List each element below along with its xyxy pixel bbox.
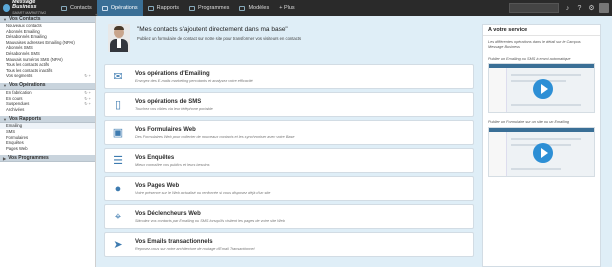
- bell-icon[interactable]: ♪: [563, 4, 572, 13]
- play-icon[interactable]: [533, 79, 553, 100]
- tab-modeles[interactable]: Modèles: [234, 0, 274, 16]
- sidebar-item-archivees[interactable]: Archivées: [0, 107, 95, 113]
- card-emailing[interactable]: ✉ Vos opérations d'Emailing Envoyez des …: [104, 64, 474, 89]
- video-thumbnail[interactable]: [488, 127, 595, 178]
- rapports-tab-icon: [147, 5, 154, 11]
- tracker-icon: ⌖: [114, 211, 122, 223]
- logo-icon: [3, 4, 11, 12]
- tab-operations[interactable]: Opérations: [96, 0, 143, 16]
- modeles-tab-icon: [239, 5, 246, 11]
- triangle-down-icon: ▼: [3, 16, 7, 22]
- card-sms[interactable]: ▯ Vos opérations de SMS Touchez vos cibl…: [104, 92, 474, 117]
- card-emails-transactionnels[interactable]: ➤ Vos Emails transactionnels Reposez-vou…: [104, 232, 474, 257]
- tab-programmes[interactable]: Programmes: [184, 0, 234, 16]
- clipboard-icon: ▣: [112, 127, 124, 139]
- sidebar-section-programmes[interactable]: ▶ Vos Programmes: [0, 155, 95, 163]
- send-icon: ➤: [113, 239, 123, 251]
- operations-tab-icon: [101, 5, 108, 11]
- sidebar-item-segments[interactable]: Vos segments ↻ +: [0, 73, 95, 79]
- help-icon[interactable]: ?: [575, 4, 584, 13]
- hero-subtitle: Publiez un formulaire de contact sur not…: [137, 36, 302, 41]
- tab-plus[interactable]: + Plus: [274, 0, 299, 16]
- hero-photo: [108, 24, 130, 52]
- top-navigation-bar: Message Business SMART MARKETING Contacts…: [0, 0, 612, 16]
- app-logo[interactable]: Message Business SMART MARKETING: [0, 0, 56, 16]
- collapse-arrow-icon[interactable]: ◂: [95, 12, 100, 18]
- sidebar-section-rapports[interactable]: ▼ Vos Rapports: [0, 116, 95, 124]
- sidebar-section-contacts[interactable]: ▼ Vos Contacts: [0, 16, 95, 23]
- card-enquetes[interactable]: ☰ Vos Enquêtes Mieux connaître vos publi…: [104, 148, 474, 173]
- right-panel-intro: Les différentes opérations dans le détai…: [488, 40, 581, 49]
- programmes-tab-icon: [188, 5, 195, 11]
- globe-icon: ●: [114, 183, 122, 195]
- video-caption: Publier un Emailing ou SMS à envoi autom…: [488, 56, 571, 61]
- user-avatar[interactable]: [599, 3, 609, 13]
- triangle-down-icon: ▼: [3, 116, 7, 122]
- video-thumbnail[interactable]: [488, 63, 595, 114]
- survey-icon: ☰: [113, 155, 123, 167]
- mobile-icon: ▯: [114, 99, 122, 111]
- email-icon: ✉: [113, 71, 123, 83]
- sidebar-section-operations[interactable]: ▼ Vos Opérations: [0, 82, 95, 90]
- hero-title: "Mes contacts s'ajoutent directement dan…: [137, 26, 288, 33]
- triangle-down-icon: ▼: [3, 83, 7, 89]
- right-panel-a-votre-service: A votre service Les différentes opératio…: [482, 24, 601, 267]
- card-formulaires-web[interactable]: ▣ Vos Formulaires Web Des Formulaires We…: [104, 120, 474, 145]
- search-input[interactable]: [509, 3, 559, 13]
- video-caption: Publier un Formulaire sur un site ou un …: [488, 120, 570, 125]
- tab-rapports[interactable]: Rapports: [143, 0, 184, 16]
- play-icon[interactable]: [533, 143, 553, 164]
- tab-contacts[interactable]: Contacts: [56, 0, 97, 16]
- contacts-tab-icon: [61, 5, 67, 11]
- settings-icon[interactable]: ⚙: [587, 4, 596, 13]
- card-pages-web[interactable]: ● Vos Pages Web Votre présence sur le We…: [104, 176, 474, 201]
- right-panel-title: A votre service: [483, 25, 600, 36]
- sidebar-item-rapport-pages-web[interactable]: Pages Web: [0, 146, 95, 152]
- triangle-right-icon: ▶: [3, 155, 7, 161]
- card-declencheurs-web[interactable]: ⌖ Vos Déclencheurs Web Stimulez vos cont…: [104, 204, 474, 229]
- refresh-icon[interactable]: ↻ +: [84, 73, 91, 79]
- sidebar: ▼ Vos Contacts Nouveaux contacts Abonnés …: [0, 16, 96, 267]
